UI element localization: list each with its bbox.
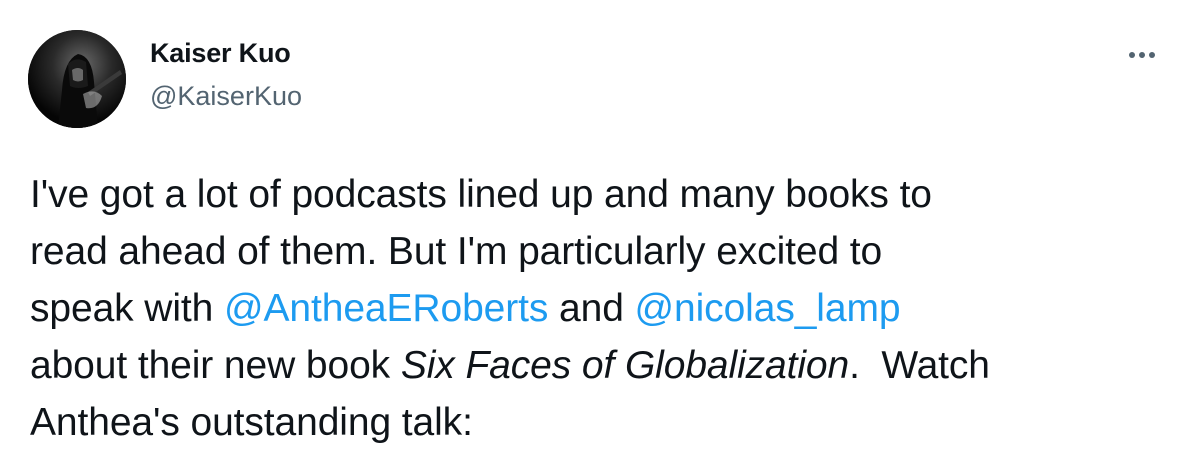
tweet-text-segment: and [548, 287, 635, 330]
more-horizontal-icon-dot [1149, 52, 1155, 58]
tweet-card: Kaiser Kuo @KaiserKuo I've got a lot of … [0, 0, 1190, 456]
mention-link-nicolas[interactable]: @nicolas_lamp [635, 287, 901, 330]
tweet-line: Anthea's outstanding talk: [30, 401, 473, 444]
author-handle[interactable]: @KaiserKuo [150, 81, 302, 112]
avatar-photo [28, 30, 126, 128]
avatar[interactable] [28, 30, 126, 128]
more-options-button[interactable] [1118, 40, 1166, 70]
tweet-line: about their new book Six Faces of Global… [30, 337, 1150, 394]
book-title: Six Faces of Globalization [400, 344, 850, 387]
tweet-line: read ahead of them. But I'm particularly… [30, 230, 883, 273]
author-name[interactable]: Kaiser Kuo [150, 38, 291, 69]
tweet-line: I've got a lot of podcasts lined up and … [30, 173, 932, 216]
more-horizontal-icon [1129, 52, 1135, 58]
tweet-text-segment: about their new book [30, 344, 401, 387]
tweet-text-segment: speak with [30, 287, 224, 330]
tweet-text: I've got a lot of podcasts lined up and … [30, 166, 1150, 451]
mention-link-anthea[interactable]: @AntheaERoberts [224, 287, 548, 330]
tweet-text-segment: . Watch [849, 344, 990, 387]
tweet-line: speak with @AntheaERoberts and @nicolas_… [30, 280, 1150, 337]
more-horizontal-icon-dot [1139, 52, 1145, 58]
